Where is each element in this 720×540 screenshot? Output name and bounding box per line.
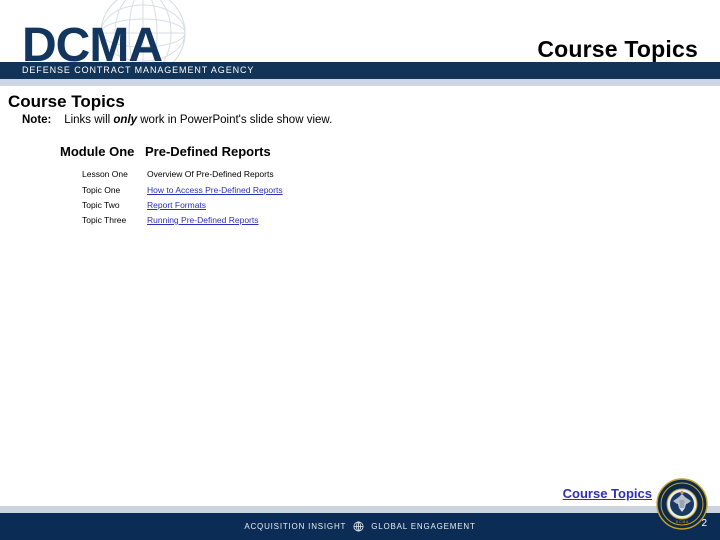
- note-text: Note: Links will only work in PowerPoint…: [22, 114, 332, 126]
- topic-link[interactable]: How to Access Pre-Defined Reports: [147, 185, 283, 195]
- slide-footer: Course Topics ACQUISITION INSIGHT GLOBAL…: [0, 478, 720, 540]
- note-label: Note:: [22, 114, 52, 126]
- dcma-logo: DCMA: [0, 0, 310, 76]
- topic-row: Topic One How to Access Pre-Defined Repor…: [82, 185, 283, 195]
- topic-label: Topic Three: [82, 215, 127, 225]
- lesson-row: Lesson One Overview Of Pre-Defined Report…: [82, 169, 274, 179]
- slide-header: DCMA Course Topics DEFENSE CONTRACT MANA…: [0, 0, 720, 88]
- svg-text:D C M A: D C M A: [676, 520, 689, 524]
- note-text-after: work in PowerPoint's slide show view.: [137, 114, 333, 126]
- note-emphasis: only: [113, 114, 138, 126]
- lesson-value: Overview Of Pre-Defined Reports: [147, 169, 274, 179]
- module-row: Module One Pre-Defined Reports: [60, 144, 271, 159]
- note-text-before: Links will: [64, 114, 114, 126]
- lesson-label: Lesson One: [82, 169, 128, 179]
- module-label: Module One: [60, 144, 135, 159]
- topic-row: Topic Two Report Formats: [82, 200, 206, 210]
- agency-banner-text: DEFENSE CONTRACT MANAGEMENT AGENCY: [22, 65, 255, 75]
- page-title: Course Topics: [537, 36, 698, 62]
- topic-label: Topic One: [82, 185, 121, 195]
- topic-label: Topic Two: [82, 200, 120, 210]
- agency-banner: DEFENSE CONTRACT MANAGEMENT AGENCY: [0, 62, 720, 79]
- topic-row: Topic Three Running Pre-Defined Reports: [82, 215, 259, 225]
- dcma-seal-icon: D C M A: [656, 478, 708, 530]
- footer-tagline: ACQUISITION INSIGHT GLOBAL ENGAGEMENT: [0, 513, 720, 540]
- footer-accent-strip: [0, 506, 720, 513]
- footer-tagline-right: GLOBAL ENGAGEMENT: [371, 522, 476, 531]
- header-divider: [0, 86, 720, 87]
- note-spacer: [55, 114, 61, 126]
- footer-course-topics-link[interactable]: Course Topics: [563, 486, 652, 501]
- topic-link[interactable]: Running Pre-Defined Reports: [147, 215, 259, 225]
- globe-icon: [353, 521, 364, 532]
- footer-tagline-left: ACQUISITION INSIGHT: [244, 522, 347, 531]
- module-value: Pre-Defined Reports: [145, 144, 271, 159]
- header-accent-strip: [0, 79, 720, 86]
- slide-heading: Course Topics: [8, 92, 125, 111]
- page-number: 2: [701, 518, 707, 529]
- topic-link[interactable]: Report Formats: [147, 200, 206, 210]
